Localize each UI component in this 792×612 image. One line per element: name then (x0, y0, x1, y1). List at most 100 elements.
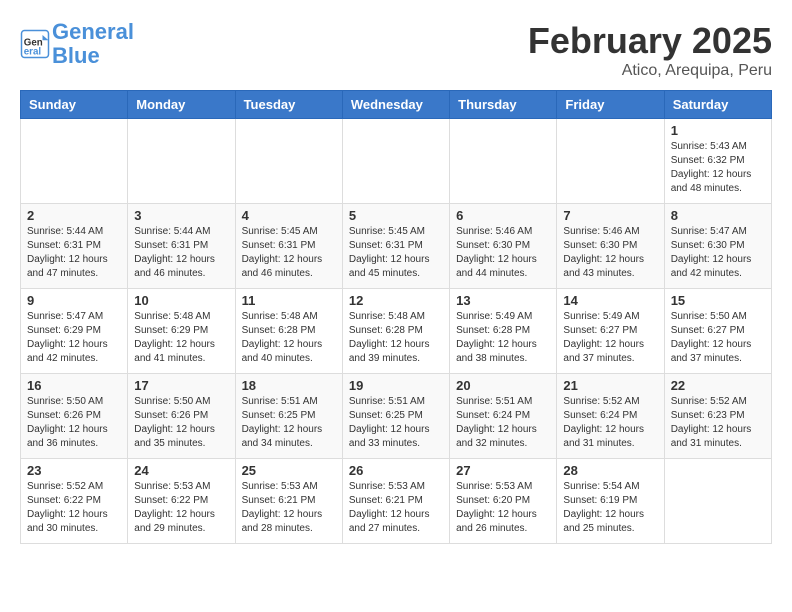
day-info: Sunrise: 5:51 AM Sunset: 6:25 PM Dayligh… (349, 395, 443, 451)
day-number: 4 (242, 208, 336, 223)
calendar-cell: 23Sunrise: 5:52 AM Sunset: 6:22 PM Dayli… (21, 459, 128, 544)
day-info: Sunrise: 5:46 AM Sunset: 6:30 PM Dayligh… (563, 225, 657, 281)
day-info: Sunrise: 5:49 AM Sunset: 6:28 PM Dayligh… (456, 310, 550, 366)
calendar-cell (235, 119, 342, 204)
day-header-tuesday: Tuesday (235, 91, 342, 119)
day-info: Sunrise: 5:51 AM Sunset: 6:25 PM Dayligh… (242, 395, 336, 451)
calendar-cell: 26 Sunrise: 5:53 AM Sunset: 6:21 PM Dayli… (342, 459, 449, 544)
week-row-0: 1 Sunrise: 5:43 AM Sunset: 6:32 PM Daylig… (21, 119, 772, 204)
week-row-1: 2 Sunrise: 5:44 AM Sunset: 6:31 PM Daylig… (21, 204, 772, 289)
day-number: 7 (563, 208, 657, 223)
day-info: Sunrise: 5:43 AM Sunset: 6:32 PM Dayligh… (671, 140, 765, 196)
day-number: 3 (134, 208, 228, 223)
calendar-cell: 17 Sunrise: 5:50 AM Sunset: 6:26 PM Dayli… (128, 374, 235, 459)
day-number: 14 (563, 293, 657, 308)
location-title: Atico, Arequipa, Peru (528, 62, 772, 80)
calendar-cell: 9Sunrise: 5:47 AM Sunset: 6:29 PM Daylig… (21, 289, 128, 374)
calendar-cell: 11 Sunrise: 5:48 AM Sunset: 6:28 PM Dayli… (235, 289, 342, 374)
day-info: Sunrise: 5:44 AM Sunset: 6:31 PM Dayligh… (27, 225, 121, 281)
calendar-cell: 10Sunrise: 5:48 AM Sunset: 6:29 PM Dayli… (128, 289, 235, 374)
day-info: Sunrise: 5:48 AM Sunset: 6:28 PM Dayligh… (349, 310, 443, 366)
day-header-monday: Monday (128, 91, 235, 119)
day-info: Sunrise: 5:51 AM Sunset: 6:24 PM Dayligh… (456, 395, 550, 451)
calendar-cell: 1 Sunrise: 5:43 AM Sunset: 6:32 PM Daylig… (664, 119, 771, 204)
calendar-cell (557, 119, 664, 204)
day-number: 15 (671, 293, 765, 308)
day-number: 24 (134, 463, 228, 478)
day-number: 19 (349, 378, 443, 393)
calendar-cell (128, 119, 235, 204)
calendar-cell: 25 Sunrise: 5:53 AM Sunset: 6:21 PM Dayli… (235, 459, 342, 544)
calendar-cell: 16 Sunrise: 5:50 AM Sunset: 6:26 PM Dayli… (21, 374, 128, 459)
calendar-cell: 7 Sunrise: 5:46 AM Sunset: 6:30 PM Daylig… (557, 204, 664, 289)
calendar-cell: 13Sunrise: 5:49 AM Sunset: 6:28 PM Dayli… (450, 289, 557, 374)
logo-icon: Gen eral (20, 29, 50, 59)
calendar-cell (664, 459, 771, 544)
day-info: Sunrise: 5:50 AM Sunset: 6:27 PM Dayligh… (671, 310, 765, 366)
day-number: 18 (242, 378, 336, 393)
day-number: 27 (456, 463, 550, 478)
day-info: Sunrise: 5:50 AM Sunset: 6:26 PM Dayligh… (134, 395, 228, 451)
day-info: Sunrise: 5:53 AM Sunset: 6:20 PM Dayligh… (456, 480, 550, 536)
day-number: 16 (27, 378, 121, 393)
logo-text: GeneralBlue (52, 20, 134, 68)
header: Gen eral GeneralBlue February 2025 Atico… (20, 20, 772, 80)
day-info: Sunrise: 5:53 AM Sunset: 6:22 PM Dayligh… (134, 480, 228, 536)
day-header-wednesday: Wednesday (342, 91, 449, 119)
day-info: Sunrise: 5:47 AM Sunset: 6:30 PM Dayligh… (671, 225, 765, 281)
day-number: 2 (27, 208, 121, 223)
calendar-cell: 12Sunrise: 5:48 AM Sunset: 6:28 PM Dayli… (342, 289, 449, 374)
day-number: 22 (671, 378, 765, 393)
day-number: 25 (242, 463, 336, 478)
calendar-cell (450, 119, 557, 204)
day-info: Sunrise: 5:52 AM Sunset: 6:24 PM Dayligh… (563, 395, 657, 451)
day-info: Sunrise: 5:50 AM Sunset: 6:26 PM Dayligh… (27, 395, 121, 451)
day-number: 26 (349, 463, 443, 478)
calendar-cell: 21 Sunrise: 5:52 AM Sunset: 6:24 PM Dayli… (557, 374, 664, 459)
day-header-sunday: Sunday (21, 91, 128, 119)
day-number: 21 (563, 378, 657, 393)
calendar-cell: 3 Sunrise: 5:44 AM Sunset: 6:31 PM Daylig… (128, 204, 235, 289)
day-info: Sunrise: 5:49 AM Sunset: 6:27 PM Dayligh… (563, 310, 657, 366)
calendar-table: SundayMondayTuesdayWednesdayThursdayFrid… (20, 90, 772, 544)
day-info: Sunrise: 5:46 AM Sunset: 6:30 PM Dayligh… (456, 225, 550, 281)
calendar-cell: 5 Sunrise: 5:45 AM Sunset: 6:31 PM Daylig… (342, 204, 449, 289)
day-header-friday: Friday (557, 91, 664, 119)
calendar-cell: 6 Sunrise: 5:46 AM Sunset: 6:30 PM Daylig… (450, 204, 557, 289)
calendar-cell: 24 Sunrise: 5:53 AM Sunset: 6:22 PM Dayli… (128, 459, 235, 544)
calendar-cell: 27 Sunrise: 5:53 AM Sunset: 6:20 PM Dayli… (450, 459, 557, 544)
svg-text:eral: eral (24, 47, 42, 58)
week-row-3: 16 Sunrise: 5:50 AM Sunset: 6:26 PM Dayli… (21, 374, 772, 459)
day-number: 9 (27, 293, 121, 308)
calendar-cell: 15 Sunrise: 5:50 AM Sunset: 6:27 PM Dayli… (664, 289, 771, 374)
day-info: Sunrise: 5:45 AM Sunset: 6:31 PM Dayligh… (242, 225, 336, 281)
day-info: Sunrise: 5:44 AM Sunset: 6:31 PM Dayligh… (134, 225, 228, 281)
day-info: Sunrise: 5:45 AM Sunset: 6:31 PM Dayligh… (349, 225, 443, 281)
day-number: 8 (671, 208, 765, 223)
month-title: February 2025 (528, 20, 772, 62)
calendar-cell: 20Sunrise: 5:51 AM Sunset: 6:24 PM Dayli… (450, 374, 557, 459)
day-number: 1 (671, 123, 765, 138)
calendar-cell: 28 Sunrise: 5:54 AM Sunset: 6:19 PM Dayli… (557, 459, 664, 544)
calendar-cell: 22 Sunrise: 5:52 AM Sunset: 6:23 PM Dayli… (664, 374, 771, 459)
title-section: February 2025 Atico, Arequipa, Peru (528, 20, 772, 80)
calendar-cell: 19 Sunrise: 5:51 AM Sunset: 6:25 PM Dayli… (342, 374, 449, 459)
week-row-2: 9Sunrise: 5:47 AM Sunset: 6:29 PM Daylig… (21, 289, 772, 374)
day-number: 28 (563, 463, 657, 478)
day-number: 10 (134, 293, 228, 308)
day-info: Sunrise: 5:48 AM Sunset: 6:28 PM Dayligh… (242, 310, 336, 366)
day-number: 11 (242, 293, 336, 308)
day-number: 6 (456, 208, 550, 223)
week-row-4: 23Sunrise: 5:52 AM Sunset: 6:22 PM Dayli… (21, 459, 772, 544)
calendar-cell: 4 Sunrise: 5:45 AM Sunset: 6:31 PM Daylig… (235, 204, 342, 289)
day-info: Sunrise: 5:53 AM Sunset: 6:21 PM Dayligh… (349, 480, 443, 536)
day-number: 5 (349, 208, 443, 223)
calendar-cell: 2 Sunrise: 5:44 AM Sunset: 6:31 PM Daylig… (21, 204, 128, 289)
calendar-cell: 8 Sunrise: 5:47 AM Sunset: 6:30 PM Daylig… (664, 204, 771, 289)
day-header-saturday: Saturday (664, 91, 771, 119)
day-info: Sunrise: 5:52 AM Sunset: 6:23 PM Dayligh… (671, 395, 765, 451)
day-number: 17 (134, 378, 228, 393)
day-info: Sunrise: 5:54 AM Sunset: 6:19 PM Dayligh… (563, 480, 657, 536)
calendar-cell (21, 119, 128, 204)
day-info: Sunrise: 5:53 AM Sunset: 6:21 PM Dayligh… (242, 480, 336, 536)
